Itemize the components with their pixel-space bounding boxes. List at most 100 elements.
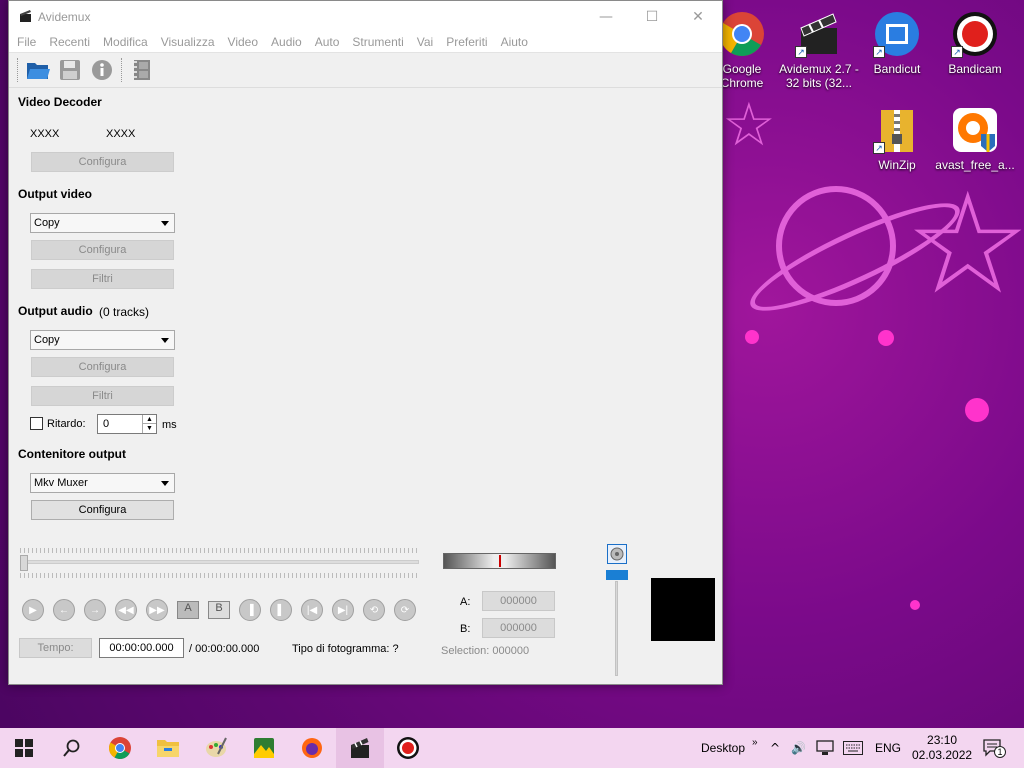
video-configure-button[interactable]: Configura (31, 240, 174, 260)
muxer-value: Mkv Muxer (34, 477, 88, 489)
menu-auto[interactable]: Auto (310, 32, 345, 52)
goto-marker-b-button[interactable]: ▌ (270, 599, 292, 621)
audio-codec-select[interactable]: Copy (30, 330, 175, 350)
menu-preferiti[interactable]: Preferiti (441, 32, 492, 52)
shortcut-arrow-icon: ↗ (795, 46, 807, 58)
speaker-tray-icon[interactable]: 🔊 (791, 728, 806, 768)
next-keyframe-button[interactable]: ▶▶ (146, 599, 168, 621)
next-black-frame-button[interactable]: ▶| (332, 599, 354, 621)
desktop-icon-bandicam[interactable]: ↗ Bandicam (935, 10, 1015, 76)
jog-shuttle[interactable] (443, 553, 556, 569)
marker-a-label: A: (460, 596, 471, 608)
spin-up-icon[interactable]: ▲ (142, 415, 156, 424)
video-codec-value: Copy (34, 217, 60, 229)
desktop-icon-winzip[interactable]: ↗ WinZip (857, 106, 937, 172)
set-marker-b-button[interactable]: B (208, 601, 230, 619)
chevron-double-right-icon[interactable]: » (752, 722, 758, 762)
muxer-configure-button[interactable]: Configura (31, 500, 174, 520)
skip-back-icon: |◀ (306, 604, 318, 616)
clock[interactable]: 23:10 02.03.2022 (912, 728, 972, 768)
menu-video[interactable]: Video (223, 32, 263, 52)
avast-icon (951, 106, 999, 154)
slider-ticks-bottom (20, 573, 419, 578)
forward-60-button[interactable]: ⟳ (394, 599, 416, 621)
show-hidden-icons-button[interactable]: ^ (770, 728, 780, 768)
audio-delay-checkbox[interactable] (30, 417, 43, 430)
taskbar-file-explorer[interactable] (144, 728, 192, 768)
close-button[interactable]: ✕ (675, 1, 721, 32)
output-video-title: Output video (18, 187, 92, 201)
container-title: Contenitore output (18, 447, 126, 461)
back-60-button[interactable]: ⟲ (363, 599, 385, 621)
taskbar-bandicam[interactable] (384, 728, 432, 768)
current-time-field[interactable]: 00:00:00.000 (99, 638, 184, 658)
volume-button[interactable] (607, 544, 627, 564)
bandicam-icon (397, 737, 419, 759)
window-titlebar[interactable]: Avidemux — ☐ ✕ (9, 1, 722, 32)
previous-black-frame-button[interactable]: |◀ (301, 599, 323, 621)
taskbar: Desktop » ^ 🔊 ENG 23:10 02.03.2022 1 (0, 728, 1024, 768)
toolbar-separator (121, 58, 123, 82)
previous-frame-button[interactable]: ← (53, 599, 75, 621)
previous-keyframe-button[interactable]: ◀◀ (115, 599, 137, 621)
volume-slider-track[interactable] (615, 581, 618, 676)
keyboard-tray-icon[interactable] (843, 728, 863, 768)
desktop-toolbar-label[interactable]: Desktop (701, 728, 745, 768)
menu-recenti[interactable]: Recenti (44, 32, 95, 52)
menu-vai[interactable]: Vai (412, 32, 438, 52)
audio-configure-button[interactable]: Configura (31, 357, 174, 377)
goto-marker-a-button[interactable]: ▐ (239, 599, 261, 621)
video-properties-button[interactable] (129, 57, 155, 83)
video-filters-button[interactable]: Filtri (31, 269, 174, 289)
search-button[interactable] (48, 728, 96, 768)
window-title: Avidemux (38, 10, 91, 24)
audio-tracks-count: (0 tracks) (99, 305, 150, 319)
next-frame-button[interactable]: → (84, 599, 106, 621)
menu-file[interactable]: File (12, 32, 41, 52)
desktop-icon-avidemux[interactable]: ↗ Avidemux 2.7 - 32 bits (32... (779, 10, 859, 90)
slider-groove (20, 560, 419, 564)
video-decoder-configure-button[interactable]: Configura (31, 152, 174, 172)
play-button[interactable]: ▶ (22, 599, 44, 621)
network-tray-icon[interactable] (816, 728, 834, 768)
set-marker-a-button[interactable]: A (177, 601, 199, 619)
audio-filters-button[interactable]: Filtri (31, 386, 174, 406)
video-preview (651, 578, 715, 641)
menu-audio[interactable]: Audio (266, 32, 307, 52)
taskbar-chrome[interactable] (96, 728, 144, 768)
taskbar-paint[interactable] (192, 728, 240, 768)
info-button[interactable] (89, 57, 115, 83)
video-codec-select[interactable]: Copy (30, 213, 175, 233)
taskbar-photos[interactable] (240, 728, 288, 768)
chrome-icon (109, 737, 131, 759)
spin-down-icon[interactable]: ▼ (142, 424, 156, 433)
start-button[interactable] (0, 728, 48, 768)
maximize-button[interactable]: ☐ (629, 1, 675, 32)
taskbar-firefox[interactable] (288, 728, 336, 768)
avidemux-window: Avidemux — ☐ ✕ File Recenti Modifica Vis… (8, 0, 723, 685)
search-icon (63, 739, 80, 757)
open-file-button[interactable] (25, 57, 51, 83)
language-indicator[interactable]: ENG (875, 728, 901, 768)
desktop-icon-avast[interactable]: avast_free_a... (935, 106, 1015, 172)
muxer-select[interactable]: Mkv Muxer (30, 473, 175, 493)
slider-handle[interactable] (20, 555, 28, 571)
notifications-button[interactable]: 1 (983, 728, 1006, 768)
navigation-slider[interactable] (20, 548, 419, 578)
desktop-icon-bandicut[interactable]: ↗ Bandicut (857, 10, 937, 76)
minimize-button[interactable]: — (583, 1, 629, 32)
menu-modifica[interactable]: Modifica (98, 32, 153, 52)
toolbar (9, 53, 722, 88)
shortcut-arrow-icon: ↗ (873, 46, 885, 58)
video-decoder-codec: XXXX (30, 128, 60, 140)
save-button[interactable] (57, 57, 83, 83)
network-icon (816, 740, 834, 755)
time-button[interactable]: Tempo: (19, 638, 92, 658)
menu-visualizza[interactable]: Visualizza (156, 32, 220, 52)
audio-delay-spinbox[interactable]: 0 ▲ ▼ (97, 414, 157, 434)
video-decoder-codec-secondary: XXXX (106, 128, 136, 140)
volume-slider-handle[interactable] (606, 570, 628, 580)
taskbar-avidemux[interactable] (336, 728, 384, 768)
menu-strumenti[interactable]: Strumenti (347, 32, 408, 52)
menu-aiuto[interactable]: Aiuto (496, 32, 533, 52)
